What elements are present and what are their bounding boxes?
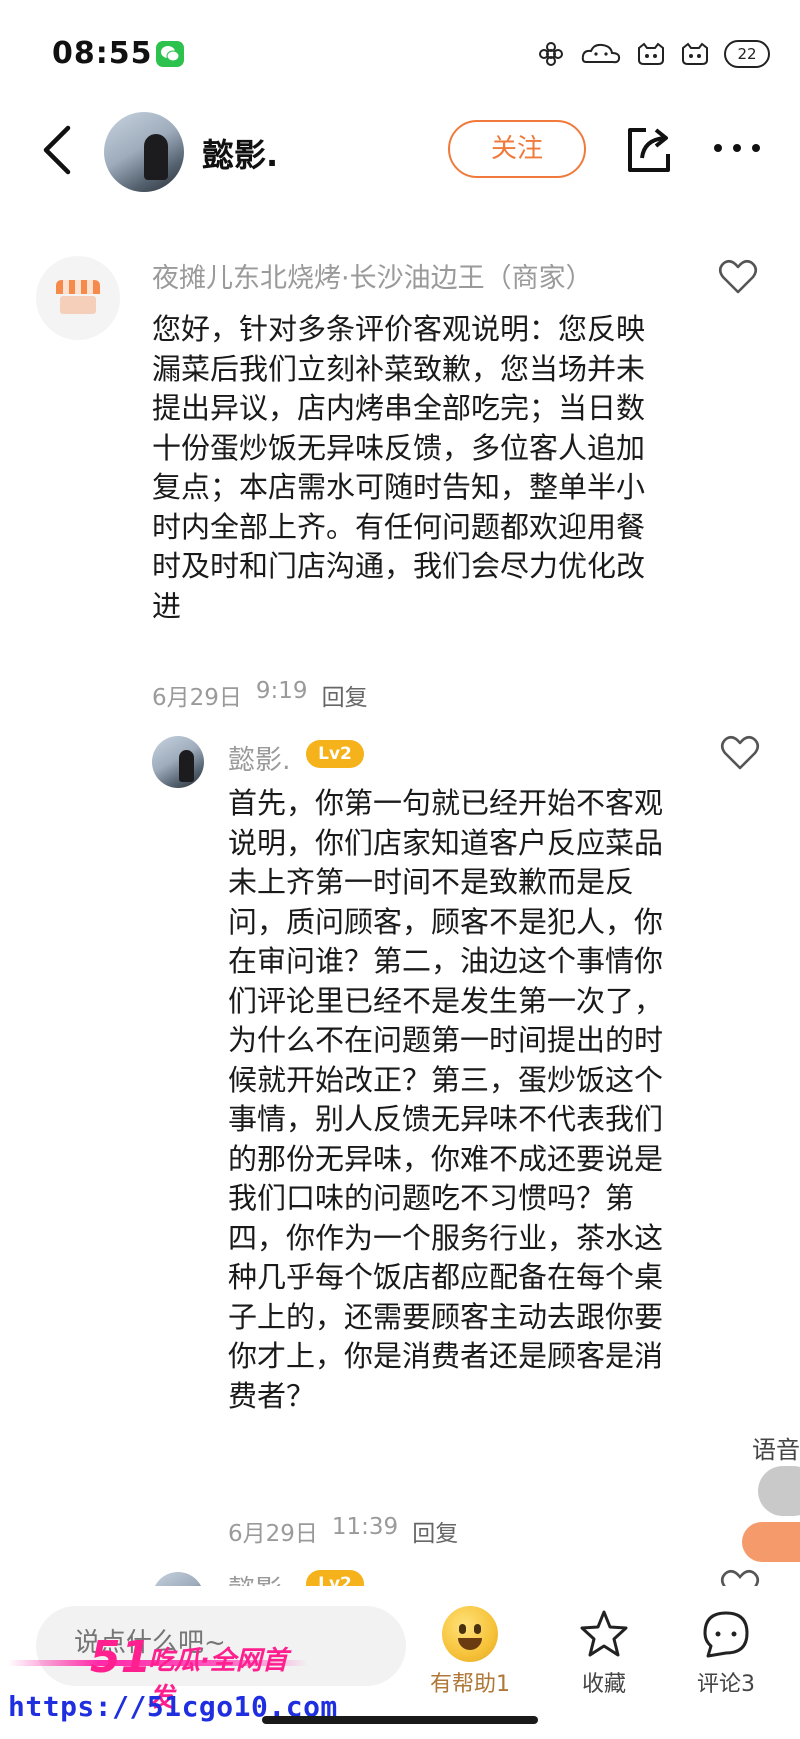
comment-line: 子上的，还需要顾客主动去跟你要 (228, 1299, 664, 1334)
comment-line: 十份蛋炒饭无异味反馈，多位客人追加 (152, 430, 646, 465)
reply-author-name[interactable]: 懿影 (228, 1568, 282, 1586)
comment-line: 们评论里已经不是发生第一次了， (228, 983, 664, 1018)
merchant-author-name[interactable]: 夜摊儿东北烧烤·长沙油边王（商家） (152, 256, 593, 295)
comment-time: 11:39 (331, 1514, 399, 1540)
status-bar: 08:55 22 (0, 0, 800, 100)
watermark-number: 51 (90, 1632, 152, 1683)
voice-room-thumbnail[interactable] (758, 1466, 800, 1516)
helpful-button[interactable]: 有帮助1 (410, 1606, 530, 1698)
comment-line: 事情，别人反馈无异味不代表我们 (228, 1102, 664, 1136)
more-options-icon[interactable] (712, 136, 762, 160)
reply-button[interactable]: 回复 (412, 1514, 458, 1548)
comment-line: 我们口味的问题吃不习惯吗？第 (228, 1181, 635, 1215)
favorite-button[interactable]: 收藏 (544, 1606, 664, 1698)
home-indicator[interactable] (262, 1716, 538, 1724)
merchant-avatar[interactable] (36, 256, 120, 340)
author-avatar[interactable] (104, 112, 184, 192)
comment-line: 四，你作为一个服务行业，茶水这 (228, 1220, 664, 1255)
comment-line: 在审问谁？第二，油边这个事情你 (228, 944, 664, 978)
merchant-comment-meta: 6月29日 9:19 回复 (152, 678, 368, 712)
like-heart-icon[interactable] (720, 734, 760, 772)
comment-line: 的那份无异味，你难不成还要说是 (228, 1141, 664, 1176)
like-heart-icon[interactable] (720, 1568, 760, 1586)
comment-count-label: 评论3 (697, 1672, 755, 1697)
star-icon (580, 1610, 628, 1657)
helpful-emoji-icon (442, 1606, 498, 1662)
comment-line: 提出异议，店内烤串全部吃完；当日数 (152, 391, 646, 425)
comment-line: 首先，你第一句就已经开始不客观 (228, 786, 664, 820)
reply-author-avatar[interactable] (152, 1572, 204, 1586)
wechat-icon (156, 41, 184, 67)
author-name[interactable]: 懿影. (202, 130, 278, 176)
comment-line: 未上齐第一时间不是致歉而是反 (228, 865, 635, 899)
comment-line: 您好，针对多条评价客观说明：您反映 (152, 312, 646, 346)
comment-line: 时内全部上齐。有任何问题都欢迎用餐 (152, 509, 646, 544)
comment-line: 复点；本店需水可随时告知，整单半小 (152, 470, 646, 504)
comment-bubble-icon (703, 1611, 749, 1658)
reply-button[interactable]: 回复 (322, 678, 368, 712)
favorite-label: 收藏 (581, 1672, 626, 1697)
comment-line: 说明，你们店家知道客户反应菜品 (228, 825, 664, 860)
flower-icon (539, 42, 563, 66)
status-icons: 22 (536, 40, 770, 68)
comment-line: 你才上，你是消费者还是顾客是消 (228, 1339, 664, 1373)
comment-line: 费者？ (228, 1378, 316, 1413)
reply-comment-text: 首先，你第一句就已经开始不客观 说明，你们店家知道客户反应菜品 未上齐第一时间不… (228, 784, 663, 1416)
back-arrow-icon[interactable] (38, 122, 78, 178)
comment-line: 为什么不在问题第一时间提出的时 (228, 1023, 664, 1057)
comment-line: 漏菜后我们立刻补菜致歉，您当场并未 (152, 351, 646, 386)
reply-comment-meta: 6月29日 11:39 回复 (228, 1514, 458, 1548)
voice-room-label[interactable]: 语音 (752, 1430, 800, 1465)
comment-date: 6月29日 (152, 685, 242, 711)
share-icon[interactable] (624, 122, 674, 176)
comment-time: 9:19 (255, 678, 308, 704)
helpful-label: 有帮助1 (430, 1672, 510, 1697)
comment-line: 进 (152, 588, 182, 623)
comment-line: 时及时和门店沟通，我们会尽力优化改 (152, 549, 646, 583)
status-time: 08:55 (52, 36, 153, 71)
voice-room-button[interactable] (742, 1522, 800, 1562)
comment-line: 种几乎每个饭店都应配备在每个桌 (228, 1260, 664, 1294)
reply-author-name[interactable]: 懿影. (228, 738, 291, 777)
top-navigation: 懿影. 关注 (0, 100, 800, 200)
follow-button[interactable]: 关注 (448, 120, 586, 178)
comment-line: 问，质问顾客，顾客不是犯人，你 (228, 904, 664, 939)
level-badge: Lv2 (306, 1570, 364, 1586)
comment-line: 候就开始改正？第三，蛋炒饭这个 (228, 1062, 664, 1097)
merchant-comment-text: 您好，针对多条评价客观说明：您反映 漏菜后我们立刻补菜致歉，您当场并未 提出异议… (152, 310, 645, 626)
level-badge: Lv2 (306, 740, 364, 768)
cat-face-icon (682, 42, 708, 65)
next-comment-partial: 懿影 Lv2 (0, 1562, 800, 1586)
comment-button[interactable]: 评论3 (666, 1606, 786, 1698)
cloud-face-icon (581, 43, 621, 64)
storefront-icon (56, 280, 100, 314)
reply-author-avatar[interactable] (152, 736, 204, 788)
cat-face-icon (638, 42, 664, 65)
like-heart-icon[interactable] (718, 258, 758, 296)
watermark-banner: 51 吃瓜·全网首发 (8, 1632, 308, 1713)
comment-date: 6月29日 (228, 1521, 318, 1547)
battery-indicator: 22 (724, 40, 770, 68)
